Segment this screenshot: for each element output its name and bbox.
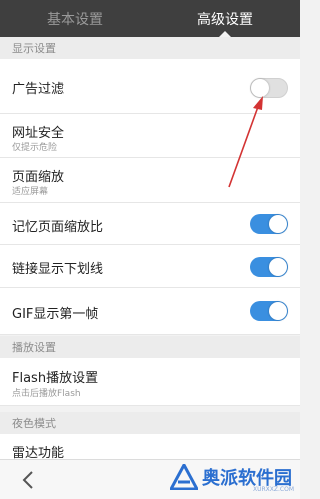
row-flash-settings[interactable]: Flash播放设置 点击后播放Flash [0, 358, 300, 406]
row-url-security[interactable]: 网址安全 仅提示危险 [0, 114, 300, 158]
gif-first-frame-toggle[interactable] [250, 301, 288, 321]
tab-advanced-settings[interactable]: 高级设置 [150, 0, 300, 37]
bottom-bar: 奥派软件园 XURXXZ.COM [0, 459, 300, 499]
row-flash-settings-title: Flash播放设置 [12, 371, 99, 386]
tab-basic-settings[interactable]: 基本设置 [0, 0, 150, 37]
row-url-security-sub: 仅提示危险 [12, 143, 58, 153]
section-display-label: 显示设置 [12, 42, 56, 55]
toggle-knob [269, 302, 287, 320]
tab-basic-settings-label: 基本设置 [47, 11, 103, 28]
row-ad-filter[interactable]: 广告过滤 [0, 59, 300, 114]
ad-filter-toggle[interactable] [250, 78, 288, 98]
row-page-zoom-sub: 适应屏幕 [12, 187, 49, 197]
toggle-knob [269, 258, 287, 276]
row-url-security-title: 网址安全 [12, 126, 65, 141]
watermark-subtext: XURXXZ.COM [253, 486, 294, 493]
section-night-label: 夜色模式 [12, 417, 56, 430]
tab-advanced-settings-label: 高级设置 [197, 11, 253, 28]
row-page-zoom[interactable]: 页面缩放 适应屏幕 [0, 158, 300, 203]
chevron-left-icon[interactable] [22, 470, 34, 495]
section-playback-label: 播放设置 [12, 341, 56, 354]
row-page-zoom-title: 页面缩放 [12, 170, 65, 185]
section-display-header: 显示设置 [0, 37, 300, 59]
remember-zoom-toggle[interactable] [250, 214, 288, 234]
row-radar[interactable]: 雷达功能 [0, 434, 300, 461]
row-link-underline[interactable]: 链接显示下划线 [0, 245, 300, 288]
row-gif-first-frame[interactable]: GIF显示第一帧 [0, 288, 300, 335]
tab-bar: 基本设置 高级设置 [0, 0, 300, 37]
link-underline-toggle[interactable] [250, 257, 288, 277]
triangle-logo-icon [170, 464, 198, 490]
toggle-knob [251, 79, 269, 97]
row-ad-filter-title: 广告过滤 [12, 82, 65, 97]
row-link-underline-title: 链接显示下划线 [12, 262, 104, 277]
section-night-header: 夜色模式 [0, 412, 300, 434]
row-flash-settings-sub: 点击后播放Flash [12, 389, 81, 399]
row-remember-zoom-title: 记忆页面缩放比 [12, 220, 104, 235]
section-playback-header: 播放设置 [0, 336, 300, 358]
toggle-knob [269, 215, 287, 233]
row-gif-first-frame-title: GIF显示第一帧 [12, 307, 99, 322]
row-remember-zoom[interactable]: 记忆页面缩放比 [0, 203, 300, 245]
